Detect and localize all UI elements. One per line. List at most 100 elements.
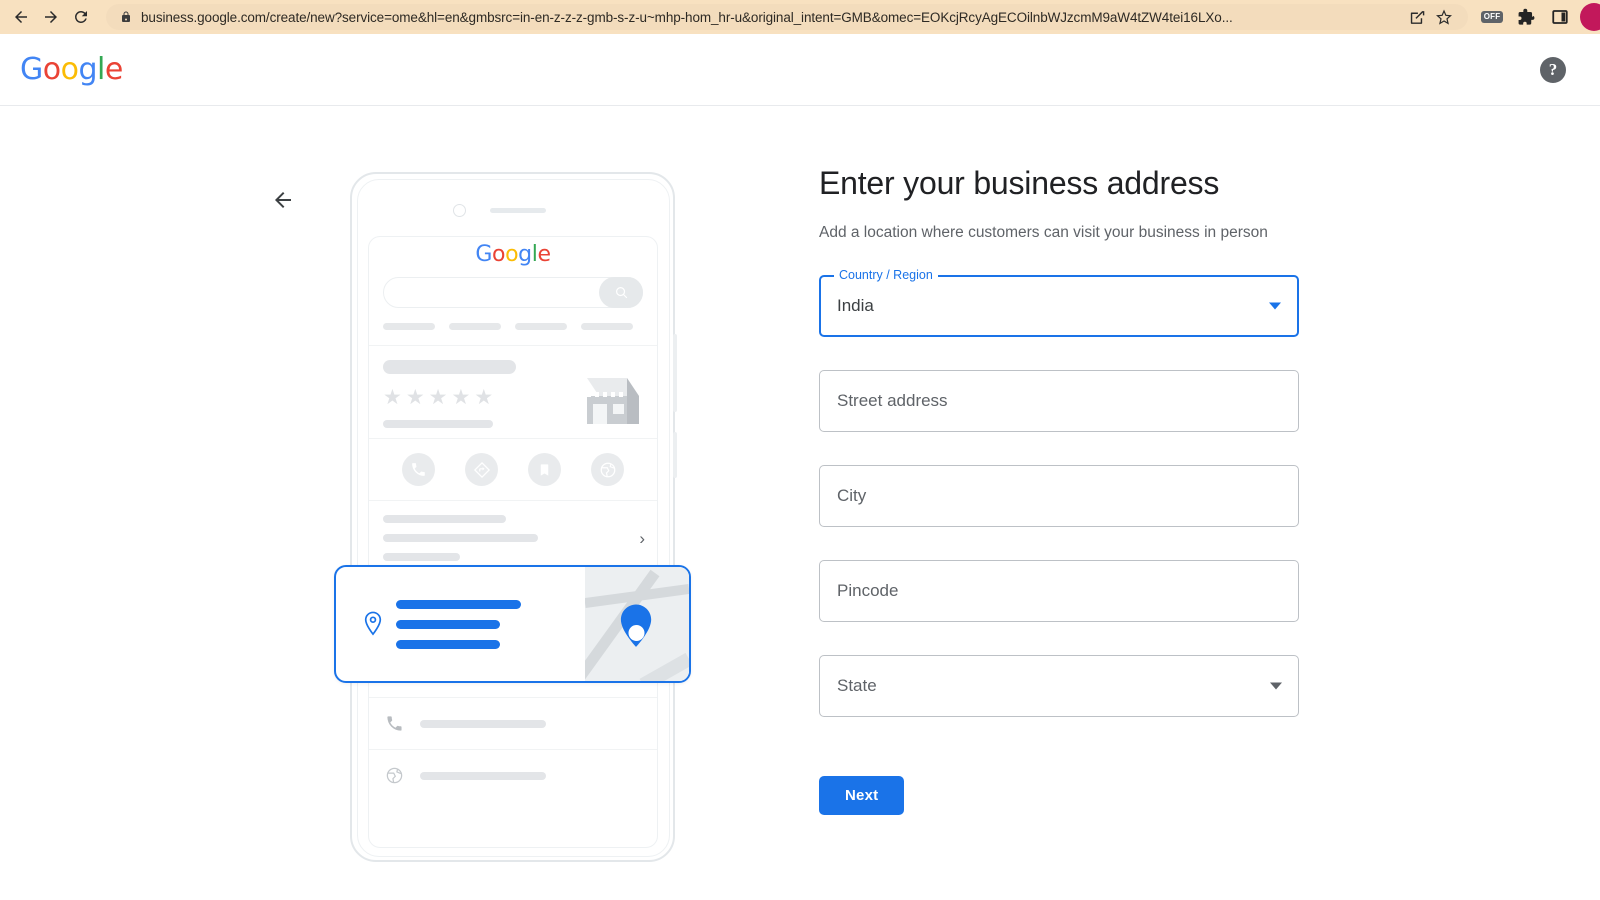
address-bar[interactable]: business.google.com/create/new?service=o… <box>106 4 1468 30</box>
city-field[interactable]: City <box>819 465 1299 527</box>
chevron-right-icon: › <box>639 529 645 548</box>
phone-logo-letter-o2: o <box>505 242 519 267</box>
arrow-left-icon <box>15 11 27 23</box>
chevron-down-icon[interactable] <box>1269 302 1281 310</box>
page-content: Google ★ ★ ★ ★ ★ › Enter your business a… <box>0 107 1600 900</box>
phone-logo-letter-e: e <box>537 242 551 267</box>
address-card-line <box>396 599 521 609</box>
arrow-right-icon <box>45 11 57 23</box>
phone-info-line <box>383 553 460 561</box>
help-icon[interactable]: ? <box>1540 56 1566 83</box>
browser-forward-button[interactable] <box>36 2 66 32</box>
phone-chip <box>449 323 501 330</box>
state-field[interactable]: State <box>819 655 1299 717</box>
phone-side-button <box>673 334 677 412</box>
url-text: business.google.com/create/new?service=o… <box>141 9 1233 25</box>
phone-action-row <box>369 438 657 501</box>
street-address-field[interactable]: Street address <box>819 370 1299 432</box>
phone-google-logo: Google <box>369 237 657 266</box>
search-icon <box>615 287 627 299</box>
phone-info-line <box>383 534 538 542</box>
logo-letter-o1: o <box>42 51 61 87</box>
phone-list-placeholder <box>420 771 546 780</box>
phone-speaker <box>490 208 546 213</box>
phone-logo-letter-g: g <box>518 242 532 267</box>
phone-action-directions <box>465 453 498 486</box>
logo-letter-o2: o <box>60 51 79 87</box>
phone-illustration: Google ★ ★ ★ ★ ★ › <box>334 172 691 862</box>
page-subtitle: Add a location where customers can visit… <box>819 224 1268 241</box>
phone-icon <box>387 716 402 731</box>
phone-list-row-website <box>369 749 657 801</box>
phone-subtitle-placeholder <box>383 420 493 428</box>
address-form: Enter your business address Add a locati… <box>819 165 1299 815</box>
phone-logo-letter-G: G <box>475 242 493 267</box>
page-title: Enter your business address <box>819 165 1220 201</box>
star-icon: ★ <box>383 386 402 409</box>
phone-list-row-phone <box>369 697 657 749</box>
country-region-value: India <box>837 296 874 315</box>
phone-list-placeholder <box>420 719 546 728</box>
site-header: Google ? <box>0 34 1600 106</box>
phone-search-button <box>599 277 643 308</box>
directions-icon <box>473 461 490 478</box>
arrow-left-icon <box>275 192 291 208</box>
star-icon: ★ <box>451 386 471 409</box>
chevron-down-icon[interactable] <box>1270 682 1282 690</box>
website-icon <box>600 462 615 477</box>
phone-frame: Google ★ ★ ★ ★ ★ › <box>350 172 677 862</box>
profile-avatar[interactable] <box>1580 3 1600 31</box>
country-region-field[interactable]: Country / Region India <box>819 269 1299 337</box>
website-icon <box>386 767 403 784</box>
pincode-placeholder: Pincode <box>837 581 899 600</box>
pincode-field[interactable]: Pincode <box>819 560 1299 622</box>
storefront-icon <box>573 362 641 429</box>
address-card-line <box>396 639 500 649</box>
phone-logo-letter-o1: o <box>492 242 506 267</box>
phone-chip-row <box>369 308 657 330</box>
city-placeholder: City <box>837 486 867 505</box>
bookmark-icon <box>540 463 549 476</box>
logo-letter-l: l <box>97 51 105 87</box>
tracking-off-badge[interactable]: OFF <box>1476 2 1508 32</box>
extensions-button[interactable] <box>1510 2 1542 32</box>
phone-action-call <box>402 453 435 486</box>
browser-extension-icons: OFF <box>1476 2 1600 32</box>
logo-letter-G: G <box>20 51 43 87</box>
google-logo[interactable]: Google <box>20 51 123 87</box>
map-thumbnail <box>585 567 689 681</box>
back-button[interactable] <box>268 185 298 215</box>
phone-chip <box>383 323 435 330</box>
phone-camera-icon <box>453 204 466 217</box>
star-icon: ★ <box>428 386 448 409</box>
address-card-line <box>396 619 500 629</box>
phone-action-save <box>528 453 561 486</box>
puzzle-icon <box>1518 8 1534 25</box>
bookmark-star-button[interactable] <box>1430 4 1458 30</box>
state-placeholder: State <box>837 676 877 695</box>
share-icon <box>1410 10 1424 24</box>
logo-letter-e: e <box>104 51 123 87</box>
phone-chip <box>515 323 567 330</box>
phone-info-rows: › <box>369 501 657 561</box>
country-region-label: Country / Region <box>834 269 938 282</box>
phone-icon <box>412 463 425 476</box>
street-address-placeholder: Street address <box>837 391 948 410</box>
side-panel-button[interactable] <box>1544 2 1576 32</box>
phone-title-placeholder <box>383 360 516 374</box>
highlighted-address-card[interactable] <box>334 565 691 683</box>
phone-side-button-secondary <box>673 432 677 478</box>
browser-reload-button[interactable] <box>66 2 96 32</box>
next-button[interactable]: Next <box>819 776 905 815</box>
share-button[interactable] <box>1402 4 1430 30</box>
location-pin-icon <box>336 611 396 638</box>
phone-action-website <box>591 453 624 486</box>
lock-icon <box>120 10 132 24</box>
logo-letter-g: g <box>78 51 98 87</box>
browser-back-button[interactable] <box>6 2 36 32</box>
phone-info-line <box>383 515 506 523</box>
side-panel-icon <box>1552 10 1568 24</box>
phone-chip <box>581 323 633 330</box>
browser-toolbar: business.google.com/create/new?service=o… <box>0 0 1600 34</box>
reload-icon <box>74 10 87 23</box>
